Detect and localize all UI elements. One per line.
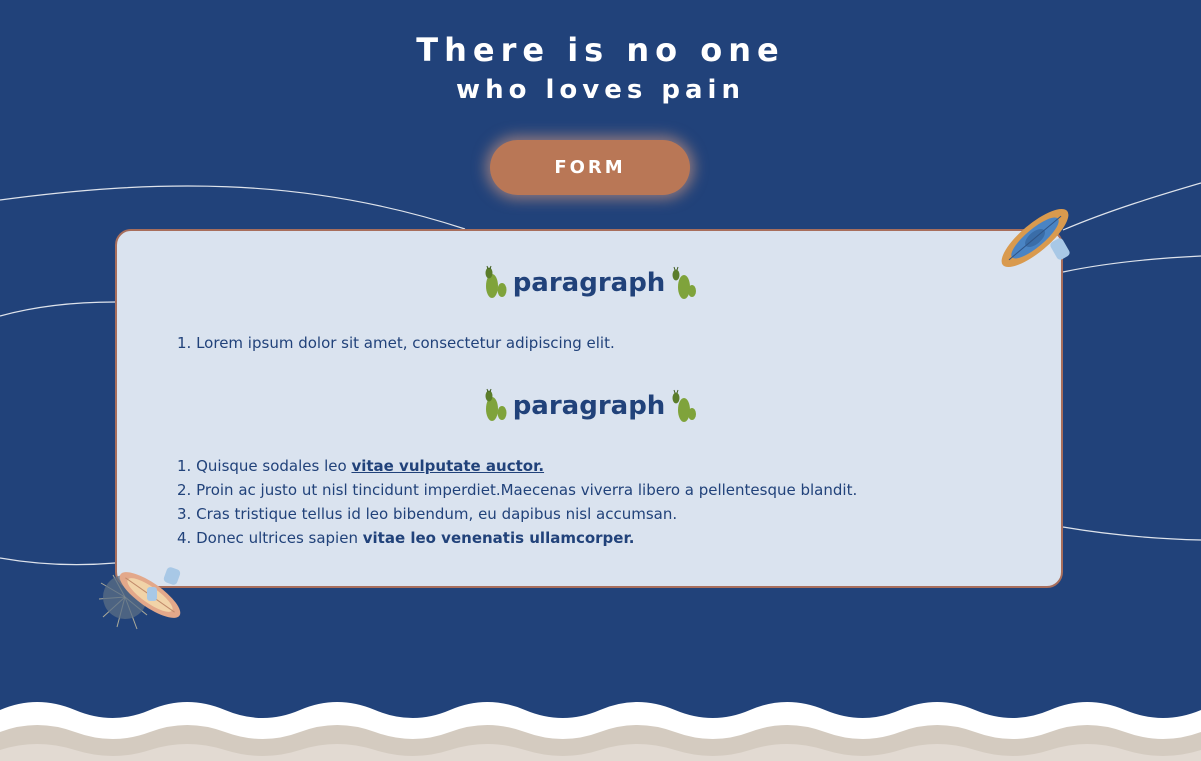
list-item-link[interactable]: vitae vulputate auctor.: [351, 457, 544, 475]
list-item-text: Proin ac justo ut nisl tincidunt imperdi…: [196, 481, 858, 499]
list-item: 2. Proin ac justo ut nisl tincidunt impe…: [177, 478, 857, 502]
bottom-wave: [0, 702, 1201, 761]
list-item: 3. Cras tristique tellus id leo bibendum…: [177, 502, 857, 526]
paragraph-list: 1. Lorem ipsum dolor sit amet, consectet…: [177, 331, 615, 355]
list-item-text: Donec ultrices sapien: [196, 529, 363, 547]
list-item-number: 2.: [177, 481, 192, 499]
list-item-bold-text: vitae leo venenatis ullamcorper.: [362, 529, 635, 547]
list-item-number: 1.: [177, 334, 192, 352]
cactus-icon: [672, 266, 697, 299]
hero-title: There is no one who loves pain: [0, 30, 1201, 110]
hero-title-line-1: There is no one: [416, 31, 785, 69]
list-item-text: Cras tristique tellus id leo bibendum, e…: [196, 505, 678, 523]
section-heading-text: paragraph: [512, 268, 666, 298]
cactus-icon: [485, 265, 507, 298]
content-card: paragraph 1. Lorem ipsum dolor sit amet,…: [115, 229, 1063, 588]
list-item-number: 3.: [177, 505, 192, 523]
list-item-text: Lorem ipsum dolor sit amet, consectetur …: [196, 334, 615, 352]
list-item-number: 4.: [177, 529, 192, 547]
list-item: 4. Donec ultrices sapien vitae leo venen…: [177, 526, 857, 550]
form-button[interactable]: FORM: [490, 140, 690, 195]
list-item: 1. Lorem ipsum dolor sit amet, consectet…: [177, 331, 615, 355]
list-item-text: Quisque sodales leo: [196, 457, 352, 475]
section-heading: paragraph: [117, 386, 1061, 426]
section-heading-text: paragraph: [512, 391, 666, 421]
list-item-number: 1.: [177, 457, 192, 475]
cactus-icon: [672, 389, 697, 422]
paragraph-list: 1. Quisque sodales leo vitae vulputate a…: [177, 454, 857, 550]
list-item: 1. Quisque sodales leo vitae vulputate a…: [177, 454, 857, 478]
section-heading: paragraph: [117, 263, 1061, 303]
rowboat-icon: [98, 567, 181, 630]
hero-title-line-2: who loves pain: [456, 75, 745, 105]
kayak-icon: [1001, 208, 1070, 268]
cactus-icon: [485, 388, 507, 421]
